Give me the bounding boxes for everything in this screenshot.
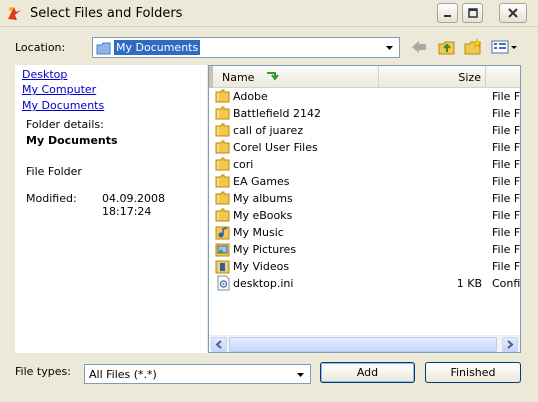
file-name: cori: [233, 158, 254, 171]
file-name: Corel User Files: [233, 141, 318, 154]
music-folder-icon: [215, 224, 231, 240]
column-header-name[interactable]: Name: [213, 66, 379, 87]
folder-icon: [215, 190, 231, 206]
file-type: File Folder: [492, 107, 520, 120]
file-type: File Folder: [492, 175, 520, 188]
scroll-thumb[interactable]: [229, 337, 497, 352]
file-name: Battlefield 2142: [233, 107, 321, 120]
file-type: Configuration: [492, 277, 521, 290]
file-name: My albums: [233, 192, 293, 205]
link-desktop[interactable]: Desktop: [22, 68, 67, 81]
file-types-value: All Files (*.*): [89, 368, 157, 381]
chevron-down-icon[interactable]: [382, 40, 397, 55]
file-row[interactable]: My Music File Folder: [209, 224, 520, 241]
up-folder-icon[interactable]: [437, 38, 457, 56]
folder-icon: [215, 105, 231, 121]
sort-arrow-icon: [265, 70, 281, 85]
file-name: My Music: [233, 226, 284, 239]
minimize-icon: [444, 15, 451, 17]
folder-icon: [215, 122, 231, 138]
title-bar: Select Files and Folders: [0, 0, 538, 27]
back-icon[interactable]: [409, 38, 429, 56]
scroll-right-button[interactable]: [502, 337, 518, 352]
horizontal-scrollbar[interactable]: [209, 335, 520, 352]
file-type: File Folder: [492, 226, 520, 239]
file-row[interactable]: call of juarez File Folder: [209, 122, 520, 139]
new-folder-icon[interactable]: [463, 38, 483, 56]
modified-time: 18:17:24: [102, 205, 152, 218]
details-heading: Folder details:: [26, 118, 104, 131]
close-icon: [508, 8, 518, 18]
folder-name: My Documents: [26, 134, 118, 147]
file-name: My eBooks: [233, 209, 293, 222]
maximize-button[interactable]: [462, 3, 483, 23]
column-header-type[interactable]: [487, 66, 520, 87]
file-type: File Folder: [492, 124, 520, 137]
pictures-folder-icon: [215, 241, 231, 257]
file-rows: Adobe File Folder Battlefield 2142 File Fol…: [209, 88, 520, 292]
file-row[interactable]: cori File Folder: [209, 156, 520, 173]
minimize-button[interactable]: [437, 3, 458, 23]
file-name: My Videos: [233, 260, 290, 273]
link-my-documents[interactable]: My Documents: [22, 99, 104, 112]
file-row[interactable]: EA Games File Folder: [209, 173, 520, 190]
documents-folder-icon: [96, 41, 112, 58]
window-title: Select Files and Folders: [30, 6, 183, 21]
folder-type: File Folder: [26, 165, 82, 178]
link-my-computer[interactable]: My Computer: [22, 83, 96, 96]
column-name-label: Name: [222, 71, 255, 84]
file-row[interactable]: My albums File Folder: [209, 190, 520, 207]
file-type: File Folder: [492, 260, 520, 273]
file-name: desktop.ini: [233, 277, 294, 290]
file-row[interactable]: desktop.ini 1 KB Configuration: [209, 275, 520, 292]
finished-button[interactable]: Finished: [425, 362, 521, 383]
file-type: File Folder: [492, 243, 520, 256]
close-button[interactable]: [499, 3, 527, 23]
file-name: My Pictures: [233, 243, 297, 256]
file-row[interactable]: My Pictures File Folder: [209, 241, 520, 258]
folder-icon: [215, 88, 231, 104]
location-value: My Documents: [114, 40, 201, 55]
file-name: EA Games: [233, 175, 290, 188]
file-row[interactable]: Battlefield 2142 File Folder: [209, 105, 520, 122]
file-list[interactable]: Name Size AdobeFile FolderBattlefield 21…: [208, 65, 521, 353]
details-panel: Desktop My Computer My Documents Folder …: [15, 65, 207, 353]
file-types-label: File types:: [15, 365, 71, 378]
column-header-size[interactable]: Size: [380, 66, 486, 87]
views-menu-icon[interactable]: [490, 38, 520, 56]
location-label: Location:: [15, 41, 66, 54]
file-row[interactable]: Corel User Files File Folder: [209, 139, 520, 156]
file-size: 1 KB: [456, 277, 482, 290]
location-combo[interactable]: My Documents: [92, 37, 400, 58]
scroll-left-button[interactable]: [211, 337, 227, 352]
file-row[interactable]: My Videos File Folder: [209, 258, 520, 275]
file-type: File Folder: [492, 141, 520, 154]
scroll-left-icon: [215, 340, 222, 349]
file-type: File Folder: [492, 192, 520, 205]
maximize-icon: [468, 8, 478, 18]
modified-label: Modified:: [26, 192, 77, 205]
file-name: Adobe: [233, 90, 268, 103]
file-name: call of juarez: [233, 124, 304, 137]
file-types-select[interactable]: All Files (*.*): [84, 364, 311, 384]
file-row[interactable]: My eBooks File Folder: [209, 207, 520, 224]
folder-icon: [215, 139, 231, 155]
app-icon: [6, 5, 22, 21]
scroll-right-icon: [507, 340, 514, 349]
add-button[interactable]: Add: [320, 362, 415, 383]
folder-icon: [215, 156, 231, 172]
folder-icon: [215, 207, 231, 223]
file-row[interactable]: Adobe File Folder: [209, 88, 520, 105]
modified-date: 04.09.2008: [102, 192, 165, 205]
list-header: Name Size: [209, 66, 520, 88]
folder-icon: [215, 173, 231, 189]
file-type: File Folder: [492, 158, 520, 171]
chevron-down-icon[interactable]: [293, 367, 308, 382]
file-type: File Folder: [492, 90, 520, 103]
ini-file-icon: [215, 275, 231, 291]
videos-folder-icon: [215, 258, 231, 274]
file-type: File Folder: [492, 209, 520, 222]
column-size-label: Size: [458, 71, 481, 84]
